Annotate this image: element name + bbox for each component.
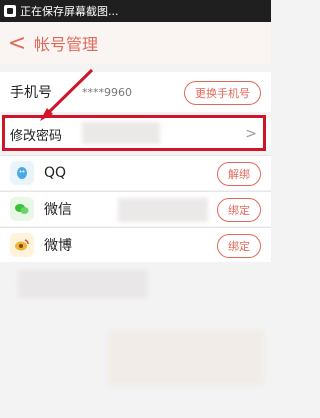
bind-button[interactable]: 绑定 [217, 234, 261, 258]
bind-button[interactable]: 绑定 [217, 198, 261, 222]
weibo-icon [10, 233, 34, 257]
page-title: 帐号管理 [34, 35, 99, 54]
blur-overlay [108, 330, 264, 386]
highlight-box [2, 115, 266, 151]
social-row-qq: QQ 解绑 [0, 156, 271, 190]
header: < 帐号管理 [0, 22, 271, 64]
back-button[interactable]: < [0, 22, 34, 64]
wechat-icon [10, 197, 34, 221]
change-phone-button[interactable]: 更换手机号 [184, 81, 261, 105]
status-bar: 正在保存屏幕截图... [0, 0, 271, 22]
status-text: 正在保存屏幕截图... [20, 5, 119, 18]
phone-row: 手机号 ****9960 更换手机号 [0, 72, 271, 112]
qq-icon [10, 161, 34, 185]
social-label: 微博 [44, 238, 72, 254]
phone-label: 手机号 [10, 85, 52, 101]
social-label: 微信 [44, 202, 72, 218]
blur-overlay [118, 198, 208, 222]
social-row-weibo: 微博 绑定 [0, 228, 271, 262]
unbind-button[interactable]: 解绑 [217, 162, 261, 186]
social-label: QQ [44, 165, 67, 181]
phone-value: ****9960 [82, 85, 132, 99]
chevron-left-icon: < [7, 30, 27, 56]
blur-overlay [18, 270, 148, 298]
screenshot-icon [4, 5, 16, 17]
